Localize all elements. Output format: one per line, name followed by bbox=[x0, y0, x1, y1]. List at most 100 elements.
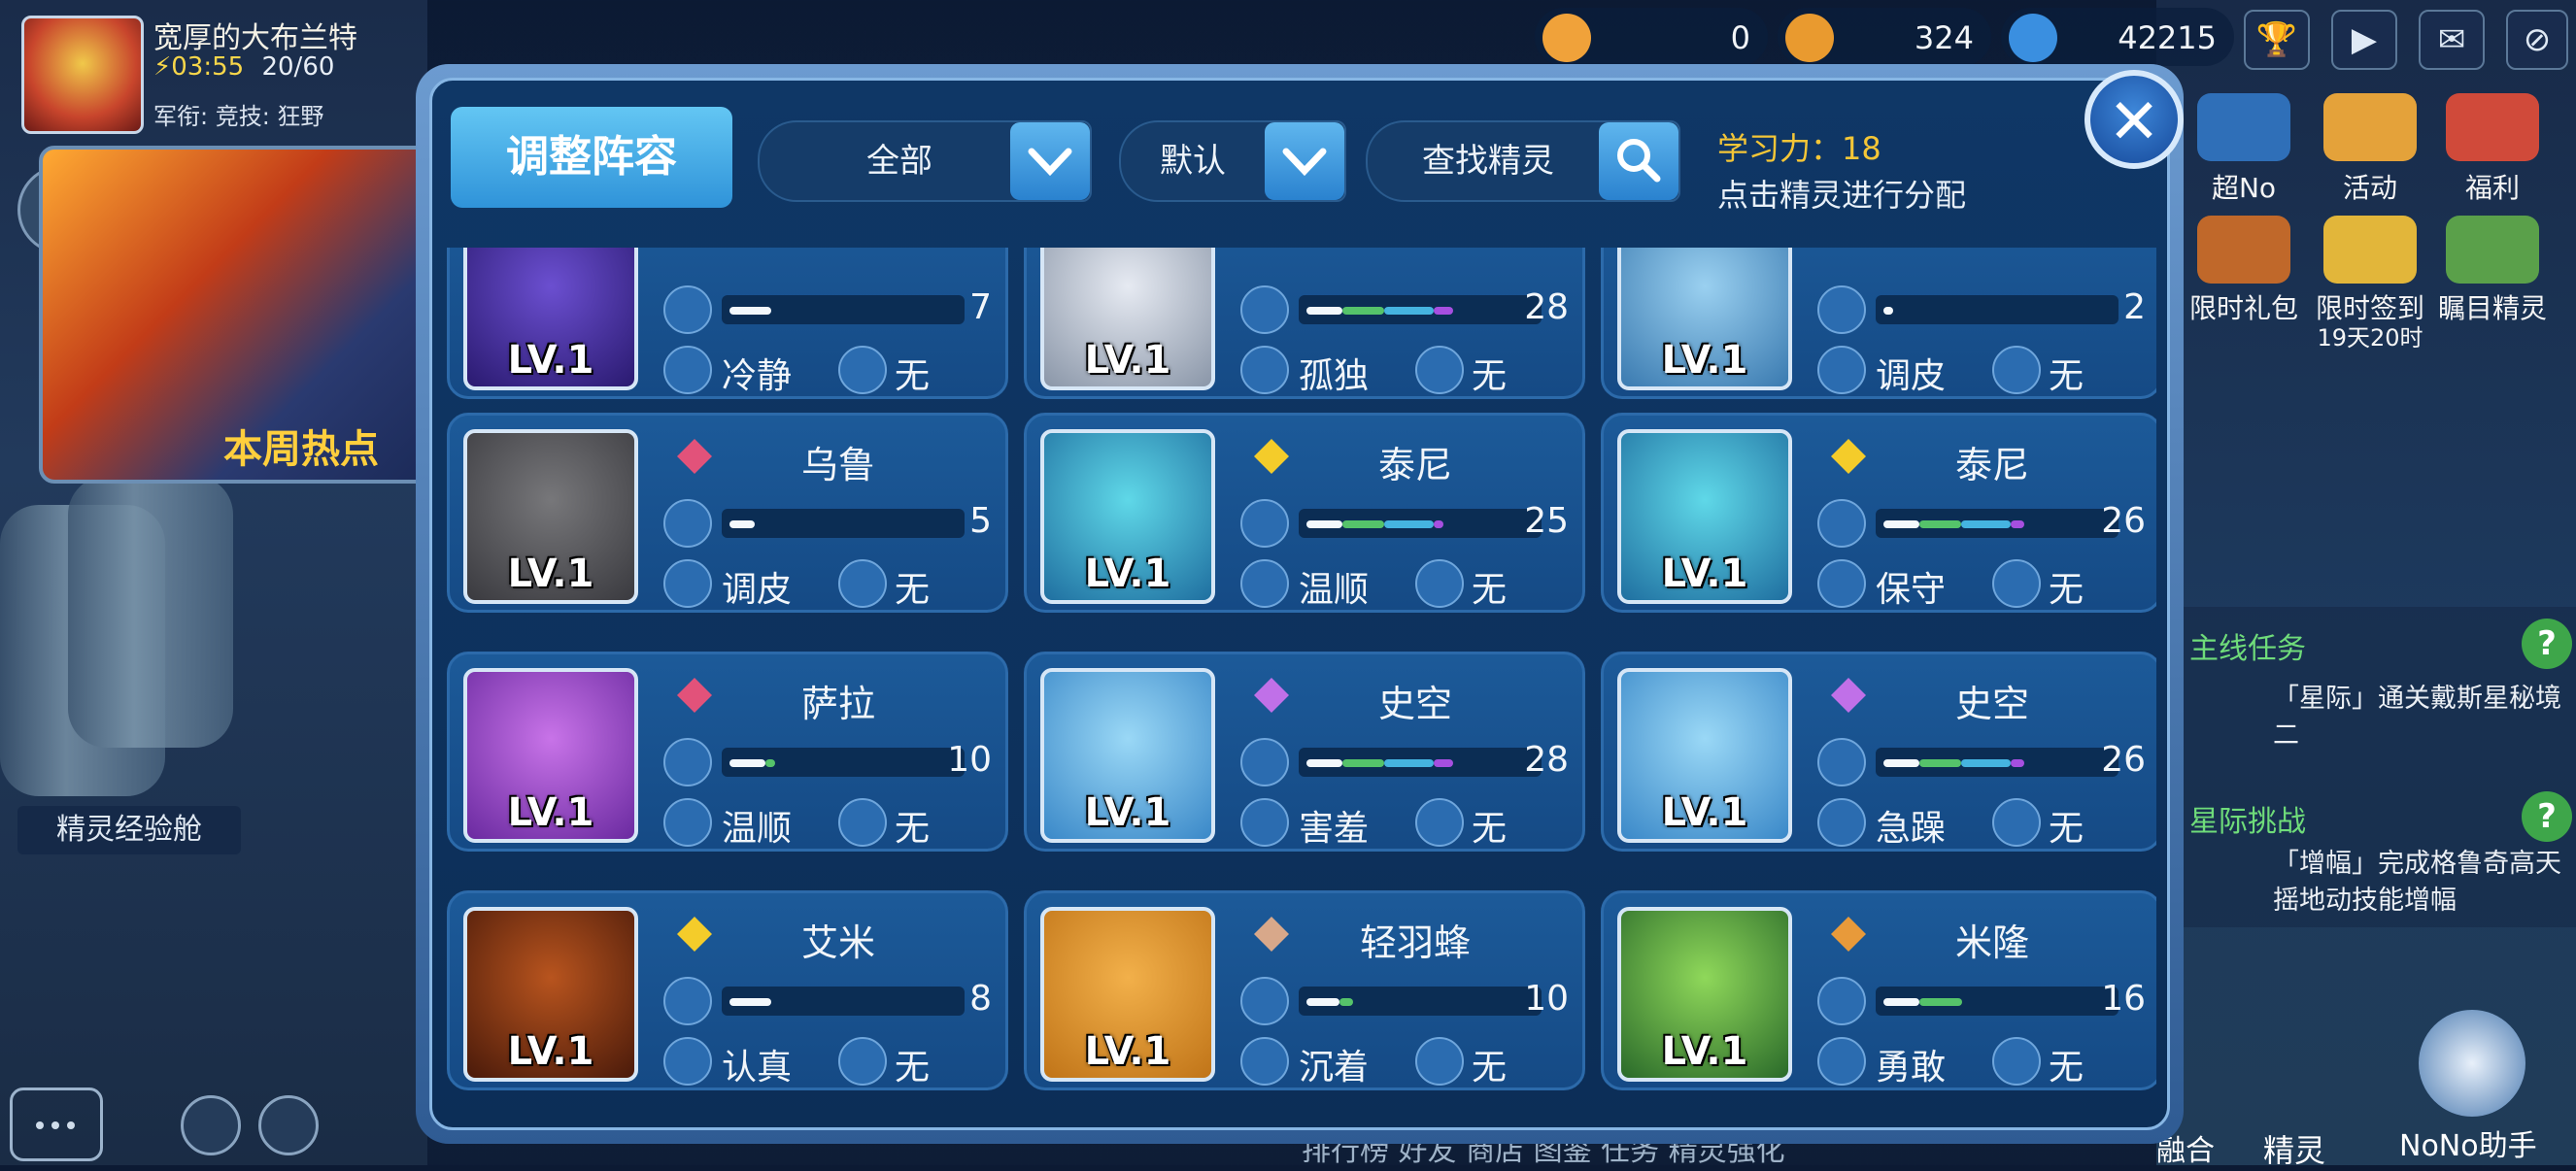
robot-icon[interactable] bbox=[2197, 93, 2290, 161]
feature-text: 无 bbox=[2049, 1048, 2085, 1087]
spirit-card[interactable]: LV.1 轻羽蜂 10 沉着 无 bbox=[1024, 890, 1585, 1090]
spirit-portrait[interactable]: LV.1 bbox=[1617, 429, 1792, 604]
energy-time: 03:55 bbox=[171, 52, 245, 82]
nono-robot-icon[interactable] bbox=[2419, 1010, 2525, 1117]
trophy-icon[interactable]: 🏆 bbox=[2244, 10, 2310, 70]
spirit-portrait[interactable]: LV.1 bbox=[1040, 248, 1215, 390]
spirit-level: LV.1 bbox=[1661, 552, 1748, 596]
learning-bar-fill bbox=[1434, 520, 1443, 528]
spirit-card[interactable]: LV.1 艾米 8 认真 无 bbox=[447, 890, 1008, 1090]
spirit-level: LV.1 bbox=[507, 338, 594, 383]
learning-power-value: 18 bbox=[1842, 130, 1881, 167]
learning-value: 7 bbox=[969, 287, 992, 327]
nature-text: 温顺 bbox=[1299, 570, 1370, 610]
play-icon[interactable]: ▶ bbox=[2331, 10, 2397, 70]
chevron-down-icon[interactable] bbox=[1265, 122, 1344, 200]
activity-label: 超No bbox=[2211, 172, 2277, 204]
psychic-type-icon bbox=[1250, 674, 1293, 717]
spirit-portrait[interactable]: LV.1 bbox=[1040, 668, 1215, 843]
feature-text: 无 bbox=[1472, 356, 1508, 396]
nature-icon bbox=[1240, 1037, 1289, 1086]
search-box[interactable]: 查找精灵 bbox=[1366, 120, 1680, 202]
resource-item[interactable]: 42215 bbox=[2001, 8, 2234, 66]
feature-icon bbox=[838, 1037, 887, 1086]
spirit-portrait[interactable]: LV.1 bbox=[1040, 429, 1215, 604]
spirit-card[interactable]: LV.1 史空 28 害羞 无 bbox=[1024, 652, 1585, 852]
spirit-portrait[interactable]: LV.1 bbox=[463, 248, 638, 390]
wing-type-icon bbox=[1250, 913, 1293, 955]
learning-value: 16 bbox=[2101, 979, 2146, 1019]
filter-dropdown[interactable]: 全部 bbox=[758, 120, 1092, 202]
help-icon[interactable]: ? bbox=[2522, 619, 2572, 669]
stats-icon bbox=[1240, 738, 1289, 786]
hot-topic-text: 本周热点 bbox=[223, 427, 379, 472]
learning-bar-fill bbox=[1883, 998, 1919, 1006]
feature-text: 无 bbox=[895, 570, 931, 610]
learning-bar-fill bbox=[1342, 307, 1384, 315]
spirit-card[interactable]: LV.1 乌鲁 5 调皮 无 bbox=[447, 413, 1008, 613]
activity-label: 活动 bbox=[2342, 172, 2397, 204]
spirit-card[interactable]: LV.1 28 孤独 无 bbox=[1024, 248, 1585, 399]
chevron-down-icon[interactable] bbox=[1010, 122, 1090, 200]
star-icon[interactable] bbox=[2323, 93, 2417, 161]
spirit-portrait[interactable]: LV.1 bbox=[463, 668, 638, 843]
spirit-card[interactable]: LV.1 泰尼 25 温顺 无 bbox=[1024, 413, 1585, 613]
resource-item[interactable]: 0 bbox=[1535, 8, 1768, 66]
spirit-card[interactable]: LV.1 7 冷静 无 bbox=[447, 248, 1008, 399]
learning-bar-fill bbox=[729, 520, 755, 528]
spirit-card[interactable]: LV.1 萨拉 10 温顺 无 bbox=[447, 652, 1008, 852]
search-icon[interactable] bbox=[1599, 122, 1678, 200]
spirit-card[interactable]: LV.1 2 调皮 无 bbox=[1601, 248, 2156, 399]
stats-icon bbox=[1817, 738, 1866, 786]
spirit-portrait[interactable]: LV.1 bbox=[1617, 248, 1792, 390]
hide-icon[interactable]: ⊘ bbox=[2506, 10, 2568, 70]
main-task-text: 「星际」通关戴斯星秘境二 bbox=[2273, 684, 2561, 751]
adjust-lineup-tab[interactable]: 调整阵容 bbox=[451, 107, 732, 208]
spirit-portrait[interactable]: LV.1 bbox=[463, 907, 638, 1082]
spirit-card[interactable]: LV.1 泰尼 26 保守 无 bbox=[1601, 413, 2156, 613]
learning-bar-fill bbox=[1883, 520, 1919, 528]
stats-icon bbox=[1240, 285, 1289, 334]
learning-bar-fill bbox=[729, 759, 765, 767]
learning-bar-fill bbox=[765, 759, 775, 767]
chat-button[interactable] bbox=[10, 1087, 103, 1161]
dragon-icon[interactable] bbox=[2446, 216, 2539, 284]
modal-toolbar: 调整阵容 全部 默认 查找精灵 学习力：18 点击精灵进行分配 bbox=[427, 97, 2166, 223]
treasure-icon[interactable] bbox=[2197, 216, 2290, 284]
help-icon[interactable]: ? bbox=[2522, 791, 2572, 842]
exp-chamber-label[interactable]: 精灵经验舱 bbox=[17, 806, 241, 854]
spirit-tab[interactable]: 精灵 bbox=[2263, 1126, 2325, 1171]
resource-item[interactable]: 324 bbox=[1778, 8, 1991, 66]
spirit-card[interactable]: LV.1 史空 26 急躁 无 bbox=[1601, 652, 2156, 852]
assign-hint: 点击精灵进行分配 bbox=[1717, 177, 1967, 214]
spirit-portrait[interactable]: LV.1 bbox=[1617, 668, 1792, 843]
lightning-icon: ⚡ bbox=[153, 52, 172, 82]
player-avatar[interactable] bbox=[21, 16, 144, 134]
checkin-icon[interactable] bbox=[2323, 216, 2417, 284]
stats-icon bbox=[1817, 977, 1866, 1025]
globe-icon[interactable] bbox=[181, 1095, 241, 1155]
spirit-portrait[interactable]: LV.1 bbox=[463, 429, 638, 604]
spirit-grid: LV.1 7 冷静无 LV.1 28 孤独无 LV.1 2 调皮无 LV.1 乌鲁 5 调皮无 LV.1 泰… bbox=[447, 248, 2156, 1131]
spirit-level: LV.1 bbox=[1661, 1029, 1748, 1074]
spirit-level: LV.1 bbox=[507, 1029, 594, 1074]
nature-text: 害羞 bbox=[1299, 809, 1370, 849]
player-name: 宽厚的大布兰特 bbox=[153, 21, 357, 55]
gift-icon[interactable] bbox=[2446, 93, 2539, 161]
feature-icon bbox=[1992, 559, 2041, 608]
feature-text: 无 bbox=[2049, 809, 2085, 849]
spirit-portrait[interactable]: LV.1 bbox=[1617, 907, 1792, 1082]
stats-icon bbox=[663, 977, 712, 1025]
task-panel[interactable]: 主线任务 ? 「星际」通关戴斯星秘境二 星际挑战 ? 「增幅」完成格鲁奇高天摇地… bbox=[2176, 607, 2576, 927]
settings-icon[interactable] bbox=[258, 1095, 319, 1155]
nature-icon bbox=[1240, 346, 1289, 394]
feature-text: 无 bbox=[1472, 1048, 1508, 1087]
nature-icon bbox=[663, 559, 712, 608]
spirit-portrait[interactable]: LV.1 bbox=[1040, 907, 1215, 1082]
sort-dropdown[interactable]: 默认 bbox=[1119, 120, 1346, 202]
mail-icon[interactable]: ✉ bbox=[2419, 10, 2485, 70]
nature-text: 孤独 bbox=[1299, 356, 1370, 396]
nature-icon bbox=[1817, 798, 1866, 847]
spirit-name: 史空 bbox=[1954, 683, 2029, 725]
spirit-card[interactable]: LV.1 米隆 16 勇敢 无 bbox=[1601, 890, 2156, 1090]
